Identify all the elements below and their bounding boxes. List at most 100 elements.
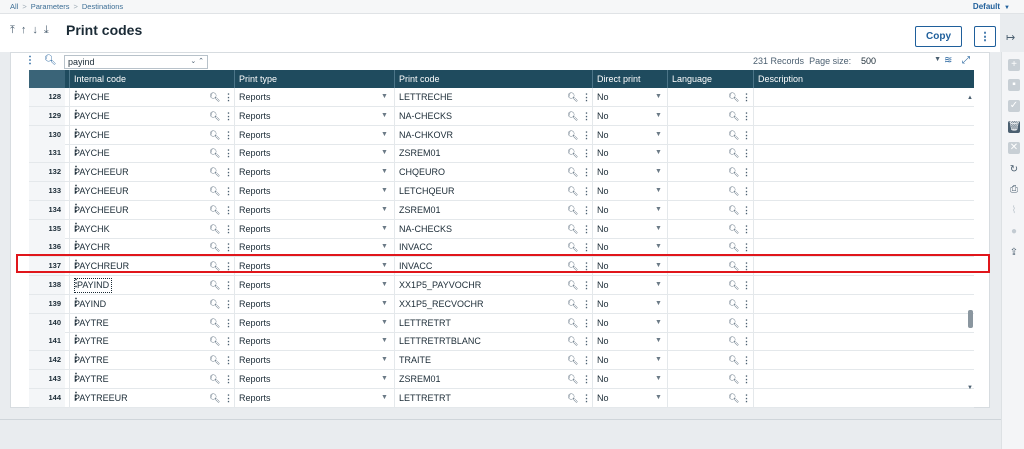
table-row[interactable]: 138 ⋮ PAYIND 🔍︎ ⋮ Reports ▼ XX1P5_PAYVOCHR 🔍︎ ⋮ No… xyxy=(29,276,974,295)
chevron-down-icon[interactable]: ▼ xyxy=(381,163,388,181)
chevron-down-icon[interactable]: ▼ xyxy=(381,295,388,313)
cell-menu-icon[interactable]: ⋮ xyxy=(224,295,233,313)
cell-menu-icon[interactable]: ⋮ xyxy=(582,370,591,388)
search-icon[interactable]: 🔍︎ xyxy=(567,257,578,275)
print-code-cell[interactable]: LETTRETRT 🔍︎ ⋮ xyxy=(394,388,592,407)
description-cell[interactable] xyxy=(753,294,974,313)
more-actions-button[interactable]: ⋮ xyxy=(974,26,996,47)
cell-menu-icon[interactable]: ⋮ xyxy=(224,257,233,275)
cell-menu-icon[interactable]: ⋮ xyxy=(742,88,751,106)
description-cell[interactable] xyxy=(753,332,974,351)
table-row[interactable]: 132 ⋮ PAYCHEEUR 🔍︎ ⋮ Reports ▼ CHQEURO 🔍︎ ⋮ No ▼ 🔍︎ ⋮ xyxy=(29,163,974,183)
search-icon[interactable]: 🔍︎ xyxy=(209,163,220,181)
search-icon[interactable]: 🔍︎ xyxy=(209,182,220,200)
cell-menu-icon[interactable]: ⋮ xyxy=(224,126,233,144)
search-icon[interactable]: 🔍︎ xyxy=(209,107,220,125)
search-icon[interactable]: 🔍︎ xyxy=(209,126,220,144)
print-type-cell[interactable]: Reports ▼ xyxy=(234,219,394,238)
chevron-down-icon[interactable]: ▼ xyxy=(655,332,662,350)
print-type-cell[interactable]: Reports ▼ xyxy=(234,332,394,351)
table-row[interactable]: 140 ⋮ PAYTRE 🔍︎ ⋮ Reports ▼ LETTRETRT 🔍︎ ⋮ No ▼ 🔍︎ ⋮ xyxy=(29,313,974,333)
cell-menu-icon[interactable]: ⋮ xyxy=(582,332,591,350)
refresh-icon[interactable]: ↻ xyxy=(1008,164,1020,176)
language-cell[interactable]: 🔍︎ ⋮ xyxy=(667,88,753,106)
expand-icon[interactable]: ⤢ xyxy=(962,55,970,66)
table-row[interactable]: 130 ⋮ PAYCHE 🔍︎ ⋮ Reports ▼ NA-CHKOVR 🔍︎ ⋮ No ▼ 🔍︎ ⋮ xyxy=(29,125,974,145)
language-cell[interactable]: 🔍︎ ⋮ xyxy=(667,238,753,257)
language-cell[interactable]: 🔍︎ ⋮ xyxy=(667,163,753,182)
chevron-down-icon[interactable]: ▼ xyxy=(381,220,388,238)
cell-menu-icon[interactable]: ⋮ xyxy=(582,107,591,125)
language-cell[interactable]: 🔍︎ ⋮ xyxy=(667,313,753,332)
print-code-cell[interactable]: ZSREM01 🔍︎ ⋮ xyxy=(394,200,592,219)
cell-menu-icon[interactable]: ⋮ xyxy=(224,332,233,350)
cell-menu-icon[interactable]: ⋮ xyxy=(742,276,751,294)
table-row[interactable]: 143 ⋮ PAYTRE 🔍︎ ⋮ Reports ▼ ZSREM01 🔍︎ ⋮ No ▼ 🔍︎ ⋮ xyxy=(29,370,974,389)
table-row[interactable]: 141 ⋮ PAYTRE 🔍︎ ⋮ Reports ▼ LETTRETRTBLANC 🔍︎ ⋮ No… xyxy=(29,332,974,352)
search-icon[interactable]: 🔍︎ xyxy=(209,332,220,350)
table-row[interactable]: 133 ⋮ PAYCHEEUR 🔍︎ ⋮ Reports ▼ LETCHQEUR 🔍︎ ⋮ No ▼ 🔍… xyxy=(29,182,974,201)
direct-print-cell[interactable]: No ▼ xyxy=(592,163,667,182)
description-cell[interactable] xyxy=(753,238,974,257)
internal-code-cell[interactable]: PAYCHE 🔍︎ ⋮ xyxy=(69,88,234,106)
internal-code-cell[interactable]: PAYCHREUR 🔍︎ ⋮ xyxy=(69,257,234,276)
internal-code-cell[interactable]: PAYCHE 🔍︎ ⋮ xyxy=(69,125,234,144)
search-icon[interactable]: 🔍︎ xyxy=(567,126,578,144)
language-cell[interactable]: 🔍︎ ⋮ xyxy=(667,294,753,313)
search-icon[interactable]: 🔍︎ xyxy=(209,201,220,219)
search-icon[interactable]: 🔍︎ xyxy=(567,144,578,162)
search-icon[interactable]: 🔍︎ xyxy=(567,163,578,181)
table-row[interactable]: 142 ⋮ PAYTRE 🔍︎ ⋮ Reports ▼ TRAITE 🔍︎ ⋮ No ▼ 🔍︎ ⋮ xyxy=(29,351,974,371)
next-record-icon[interactable]: ↓ xyxy=(32,24,38,37)
search-icon[interactable]: 🔍︎ xyxy=(209,238,220,256)
col-description[interactable]: Description xyxy=(753,70,974,88)
search-icon[interactable]: 🔍︎ xyxy=(728,107,739,125)
search-icon[interactable]: 🔍︎ xyxy=(728,295,739,313)
search-icon[interactable]: 🔍︎ xyxy=(209,389,220,407)
language-cell[interactable]: 🔍︎ ⋮ xyxy=(667,182,753,200)
search-icon[interactable]: 🔍︎ xyxy=(209,257,220,275)
print-type-cell[interactable]: Reports ▼ xyxy=(234,238,394,257)
chevron-down-icon[interactable]: ▼ xyxy=(381,182,388,200)
cell-menu-icon[interactable]: ⋮ xyxy=(582,257,591,275)
internal-code-cell[interactable]: PAYCHEEUR 🔍︎ ⋮ xyxy=(69,200,234,219)
cancel-icon[interactable]: ✕ xyxy=(1008,142,1020,154)
language-cell[interactable]: 🔍︎ ⋮ xyxy=(667,351,753,370)
col-direct-print[interactable]: Direct print xyxy=(592,70,667,88)
table-row[interactable]: 135 ⋮ PAYCHK 🔍︎ ⋮ Reports ▼ NA-CHECKS 🔍︎ ⋮ No ▼ 🔍︎ ⋮ xyxy=(29,219,974,239)
direct-print-cell[interactable]: No ▼ xyxy=(592,88,667,106)
internal-code-cell[interactable]: PAYCHE 🔍︎ ⋮ xyxy=(69,144,234,163)
chevron-down-icon[interactable]: ▼ xyxy=(655,220,662,238)
cell-menu-icon[interactable]: ⋮ xyxy=(224,88,233,106)
delete-icon[interactable]: 🗑 xyxy=(1008,121,1021,133)
cell-menu-icon[interactable]: ⋮ xyxy=(582,144,591,162)
language-cell[interactable]: 🔍︎ ⋮ xyxy=(667,257,753,276)
internal-code-cell[interactable]: PAYTRE 🔍︎ ⋮ xyxy=(69,370,234,388)
description-cell[interactable] xyxy=(753,182,974,200)
chevron-down-icon[interactable]: ▼ xyxy=(655,351,662,369)
search-icon[interactable]: 🔍︎ xyxy=(567,220,578,238)
chevron-down-icon[interactable]: ▼ xyxy=(381,257,388,275)
description-cell[interactable] xyxy=(753,351,974,370)
chevron-down-icon[interactable]: ▼ xyxy=(655,201,662,219)
chevron-down-icon[interactable]: ▼ xyxy=(655,144,662,162)
direct-print-cell[interactable]: No ▼ xyxy=(592,106,667,125)
print-code-cell[interactable]: LETCHQEUR 🔍︎ ⋮ xyxy=(394,182,592,200)
check-icon[interactable]: ✓ xyxy=(1008,100,1020,112)
direct-print-cell[interactable]: No ▼ xyxy=(592,370,667,388)
print-code-cell[interactable]: TRAITE 🔍︎ ⋮ xyxy=(394,351,592,370)
print-code-cell[interactable]: LETTRETRTBLANC 🔍︎ ⋮ xyxy=(394,332,592,351)
internal-code-cell[interactable]: PAYTRE 🔍︎ ⋮ xyxy=(69,313,234,332)
print-type-cell[interactable]: Reports ▼ xyxy=(234,125,394,144)
table-row[interactable]: 128 ⋮ PAYCHE 🔍︎ ⋮ Reports ▼ LETTRECHE 🔍︎ ⋮ No ▼ 🔍︎ ⋮ xyxy=(29,88,974,107)
internal-code-cell[interactable]: PAYTREEUR 🔍︎ ⋮ xyxy=(69,388,234,407)
print-type-cell[interactable]: Reports ▼ xyxy=(234,106,394,125)
internal-code-cell[interactable]: PAYTRE 🔍︎ ⋮ xyxy=(69,351,234,370)
print-type-cell[interactable]: Reports ▼ xyxy=(234,388,394,407)
direct-print-cell[interactable]: No ▼ xyxy=(592,276,667,294)
cell-menu-icon[interactable]: ⋮ xyxy=(224,163,233,181)
print-type-cell[interactable]: Reports ▼ xyxy=(234,182,394,200)
breadcrumb-parameters[interactable]: Parameters xyxy=(31,2,70,11)
cell-menu-icon[interactable]: ⋮ xyxy=(582,220,591,238)
internal-code-cell[interactable]: PAYCHR 🔍︎ ⋮ xyxy=(69,238,234,257)
